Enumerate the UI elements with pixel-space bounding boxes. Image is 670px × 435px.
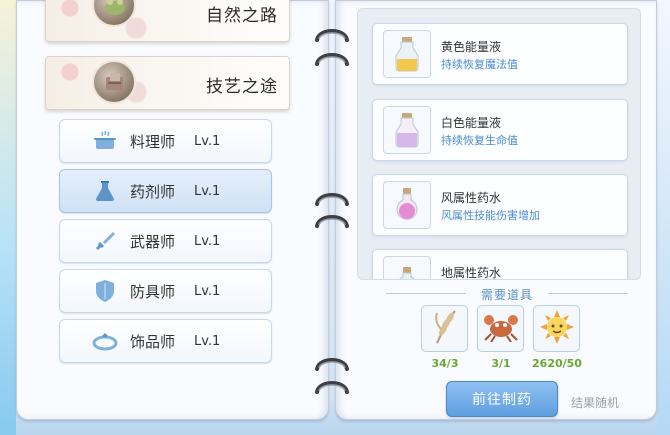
recipe-name: 白色能量液 — [441, 116, 502, 130]
recipe-item[interactable]: 白色能量液 持续恢复生命值 — [372, 99, 628, 161]
recipe-description: 持续恢复生命值 — [441, 134, 518, 147]
recipe-item[interactable]: 风属性药水 风属性技能伤害增加 — [372, 174, 628, 236]
yellow-potion-icon — [383, 30, 431, 78]
profession-button-jeweler[interactable]: 饰品师 Lv.1 — [59, 319, 272, 363]
recipe-item[interactable]: 黄色能量液 持续恢复魔法值 — [372, 23, 628, 85]
card-title: 技艺之途 — [206, 77, 278, 97]
recipe-list[interactable]: 黄色能量液 持续恢复魔法值 白色能量液 持续恢复生命值 风属性药水 风属性技能伤… — [357, 8, 641, 280]
wind-potion-icon — [383, 181, 431, 229]
cooking-pot-icon — [86, 130, 124, 152]
profession-level: Lv.1 — [194, 283, 221, 299]
category-card-crafts-path[interactable]: 技艺之途 — [45, 56, 290, 110]
profession-level: Lv.1 — [194, 333, 221, 349]
sun-icon — [539, 309, 575, 349]
recipe-name: 黄色能量液 — [441, 40, 502, 54]
binder-ring-icon — [315, 381, 349, 394]
shield-icon — [86, 279, 124, 303]
profession-name: 料理师 — [130, 132, 176, 151]
wheat-icon — [429, 309, 461, 349]
required-item-slot[interactable] — [477, 305, 524, 352]
earth-potion-icon — [383, 256, 431, 279]
recipe-item[interactable]: 地属性药水 — [372, 249, 628, 280]
profession-name: 药剂师 — [130, 182, 176, 201]
white-potion-icon — [383, 106, 431, 154]
required-item-count: 2620/50 — [532, 357, 582, 370]
profession-name: 防具师 — [130, 282, 176, 301]
go-craft-button[interactable]: 前往制药 — [446, 381, 558, 417]
profession-level: Lv.1 — [194, 133, 221, 149]
sword-icon — [86, 230, 124, 252]
profession-name: 武器师 — [130, 232, 176, 251]
required-items-title: 需要道具 — [372, 286, 642, 302]
profession-button-weaponsmith[interactable]: 武器师 Lv.1 — [59, 219, 272, 263]
binder-ring-icon — [315, 29, 349, 42]
recipe-name: 地属性药水 — [441, 266, 502, 280]
profession-button-alchemist[interactable]: 药剂师 Lv.1 — [59, 169, 272, 213]
profession-button-armorsmith[interactable]: 防具师 Lv.1 — [59, 269, 272, 313]
recipe-description: 持续恢复魔法值 — [441, 58, 518, 71]
recipe-description: 风属性技能伤害增加 — [441, 209, 540, 222]
profession-name: 饰品师 — [130, 332, 176, 351]
required-item-count: 3/1 — [491, 357, 511, 370]
result-random-note: 结果随机 — [571, 396, 620, 410]
profession-level: Lv.1 — [194, 233, 221, 249]
recipe-name: 风属性药水 — [441, 191, 502, 205]
profession-level: Lv.1 — [194, 183, 221, 199]
book-medal-icon — [92, 60, 136, 104]
binder-ring-icon — [315, 215, 349, 228]
card-title: 自然之路 — [206, 6, 278, 26]
binder-ring-icon — [315, 193, 349, 206]
binder-ring-icon — [315, 358, 349, 371]
required-item-count: 34/3 — [431, 357, 459, 370]
binder-ring-icon — [315, 53, 349, 66]
required-item-slot[interactable] — [533, 305, 580, 352]
ring-icon — [86, 331, 124, 351]
profession-button-chef[interactable]: 料理师 Lv.1 — [59, 119, 272, 163]
category-card-natural-path[interactable]: 自然之路 — [45, 0, 290, 42]
flask-icon — [86, 180, 124, 202]
crab-icon — [483, 312, 519, 346]
required-item-slot[interactable] — [421, 305, 468, 352]
